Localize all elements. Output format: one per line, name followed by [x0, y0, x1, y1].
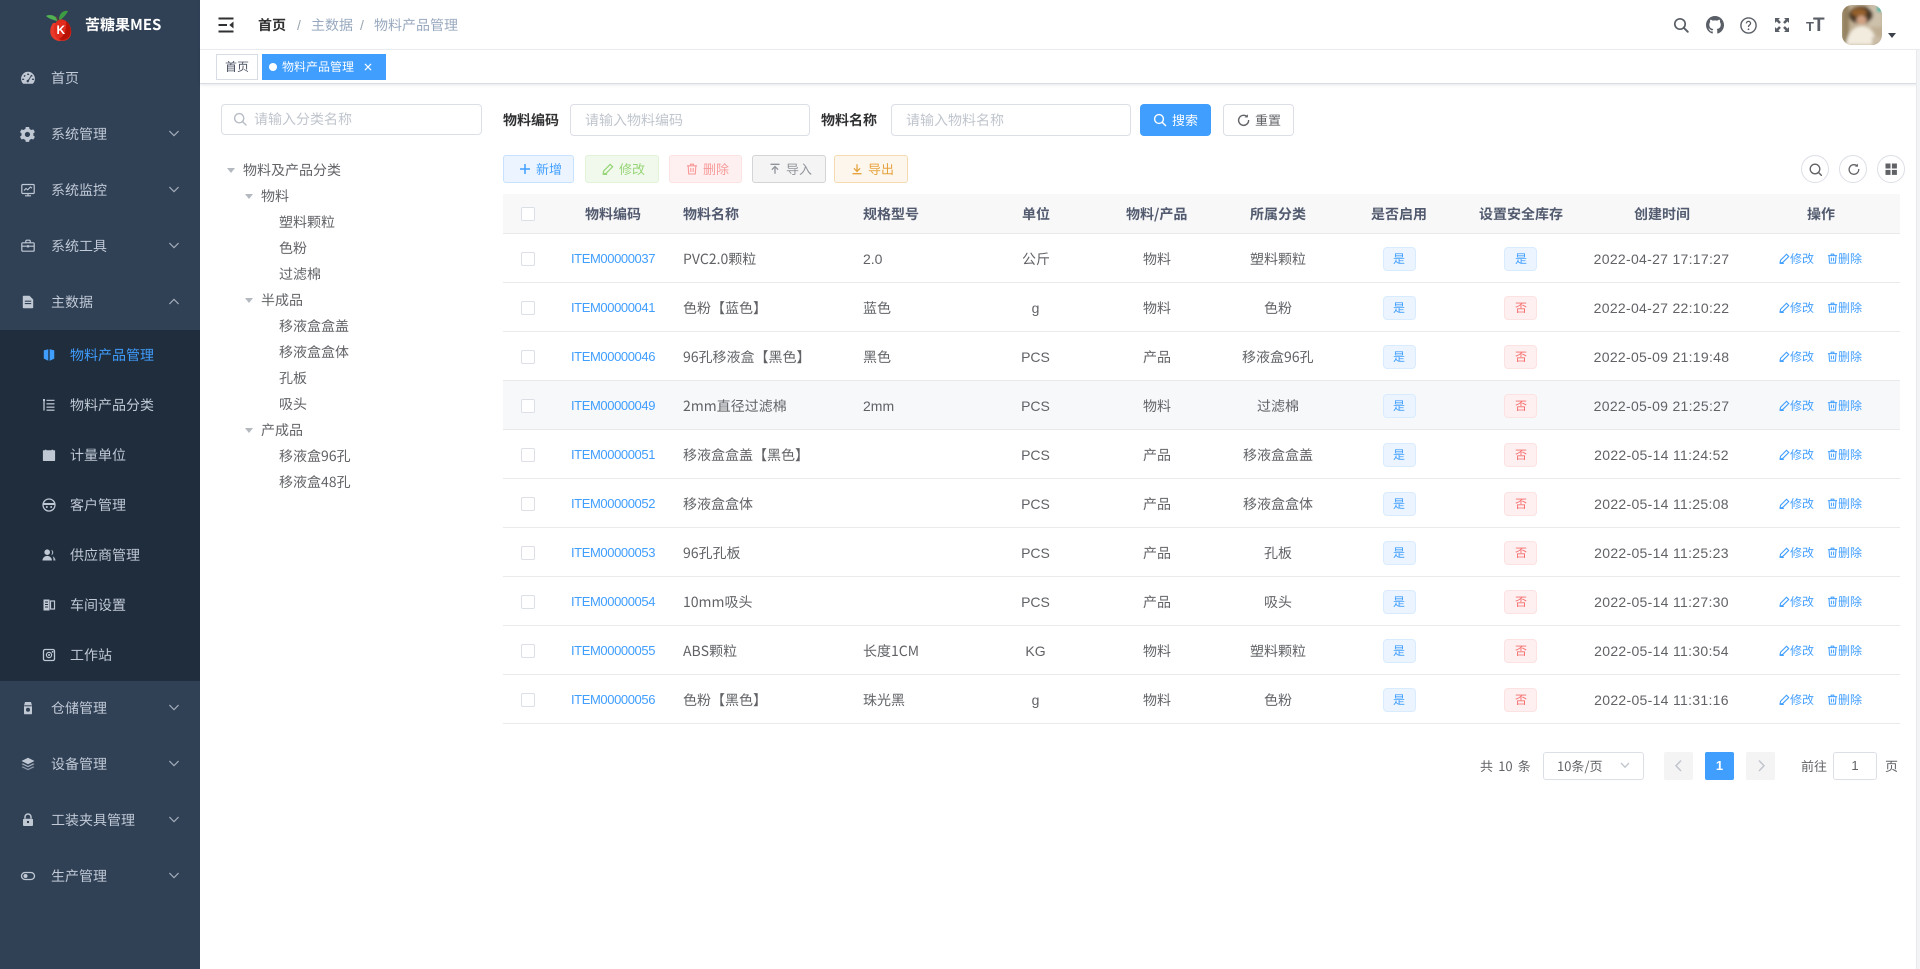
svg-text:K: K: [57, 23, 66, 37]
svg-text:T: T: [1813, 15, 1825, 35]
